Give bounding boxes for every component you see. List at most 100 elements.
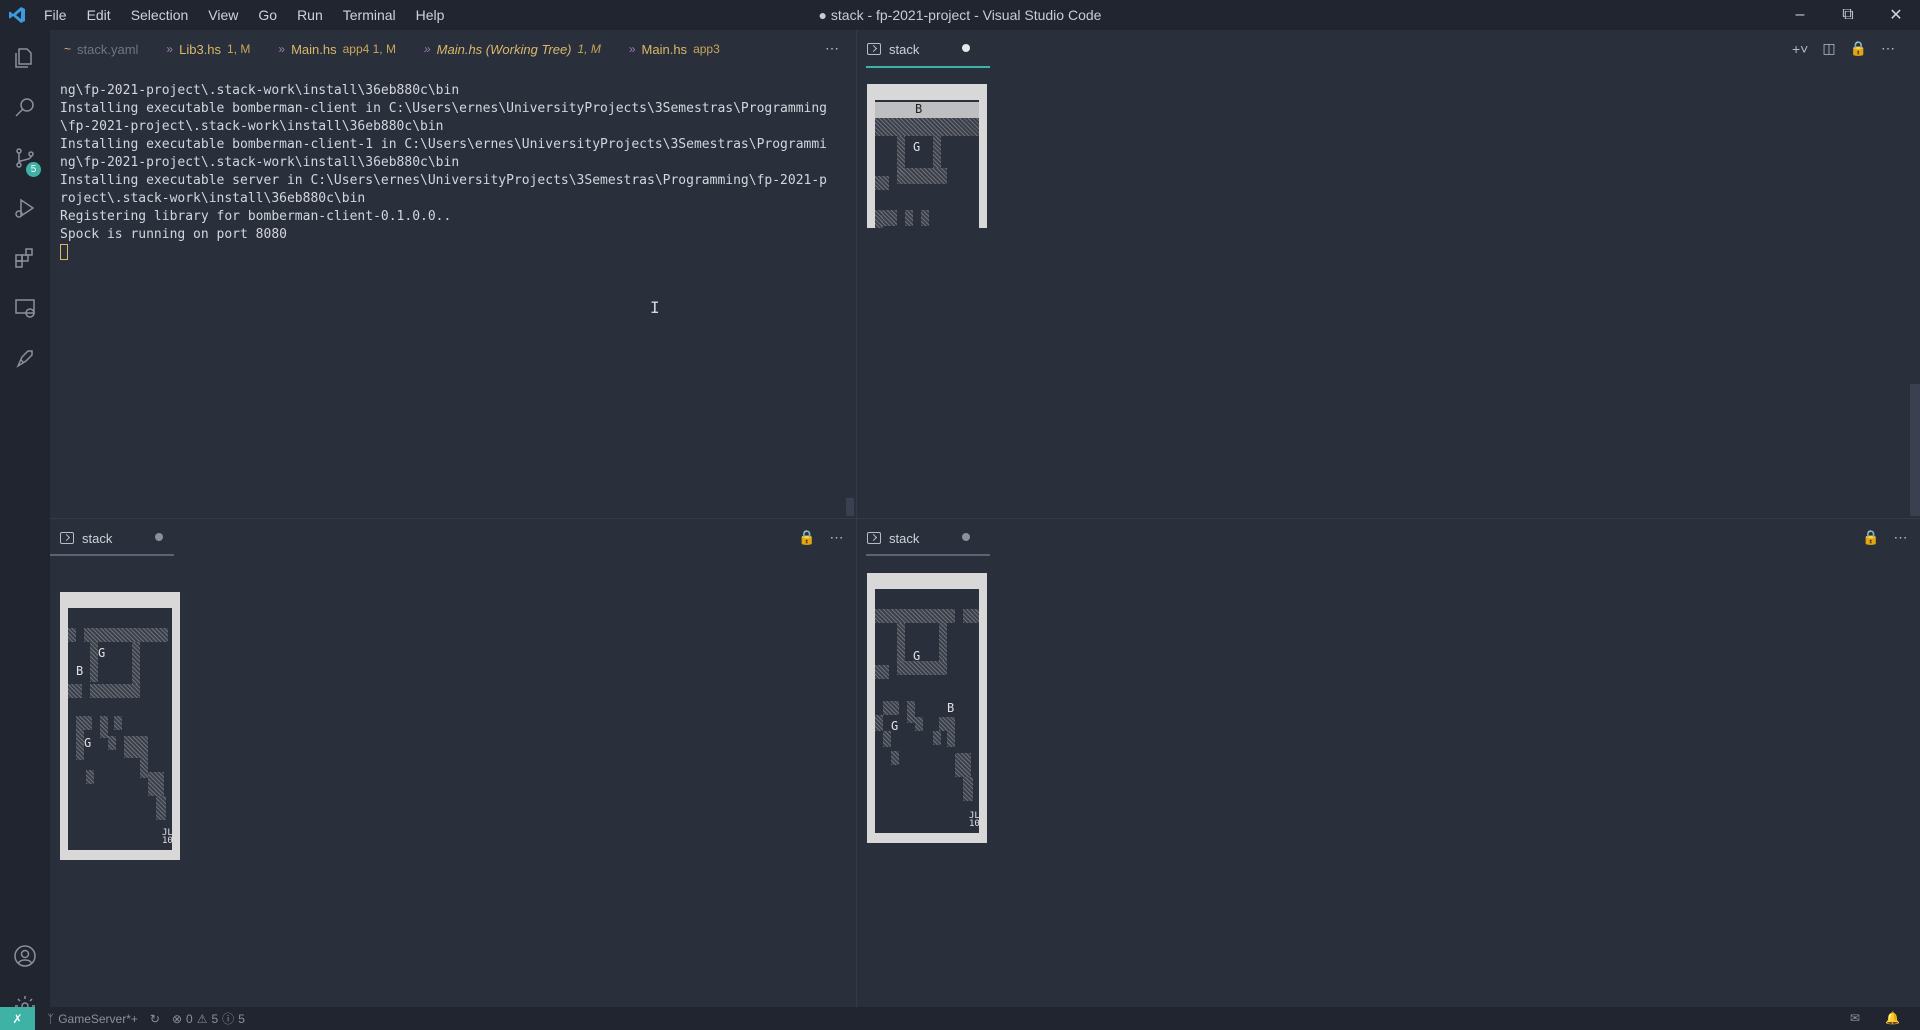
tab-meta: 1, M bbox=[577, 42, 601, 56]
restore-icon[interactable]: ⧉ bbox=[1824, 0, 1872, 30]
terminal-line: Installing executable server in C:\Users… bbox=[60, 173, 828, 188]
terminal-tab-bottom-left[interactable]: stack bbox=[60, 520, 112, 556]
branch-indicator[interactable]: ᛉ GameServer*+ bbox=[47, 1012, 138, 1026]
remote-explorer-icon[interactable] bbox=[0, 284, 50, 332]
ghost-label: G bbox=[913, 649, 921, 663]
exit-label: 10 bbox=[162, 836, 173, 846]
more-actions-icon[interactable]: ⋯ bbox=[1893, 529, 1907, 546]
tab-label: Main.hs (Working Tree) bbox=[436, 41, 572, 57]
ghost-label: G bbox=[891, 719, 899, 733]
menu-edit[interactable]: Edit bbox=[77, 0, 121, 30]
more-actions-icon[interactable]: ⋯ bbox=[1881, 40, 1895, 57]
problems-indicator[interactable]: ⊗ 0 ⚠ 5 ⓘ 5 bbox=[172, 1010, 245, 1027]
feedback-icon[interactable]: ✉ bbox=[1850, 1011, 1860, 1025]
tab-lib3-hs[interactable]: » Lib3.hs 1, M bbox=[152, 30, 264, 68]
dirty-dot-icon bbox=[155, 533, 163, 541]
terminal-line: Registering library for bomberman-client… bbox=[60, 209, 452, 224]
minimize-icon[interactable]: – bbox=[1776, 0, 1824, 30]
bottom-left-pane: stack 🔒 ⋯ G B G JL 10 bbox=[50, 519, 856, 1007]
top-left-pane: ~ stack.yaml » Lib3.hs 1, M » Main.hs ap… bbox=[50, 30, 856, 518]
tab-meta: app4 1, M bbox=[342, 42, 396, 56]
extensions-icon[interactable] bbox=[0, 234, 50, 282]
terminal-tab-label: stack bbox=[889, 530, 920, 546]
tab-label: Main.hs bbox=[641, 41, 688, 57]
tab-underline bbox=[866, 554, 990, 556]
close-icon[interactable]: ✕ bbox=[1872, 0, 1920, 30]
account-icon[interactable] bbox=[0, 932, 50, 980]
search-icon[interactable] bbox=[0, 84, 50, 132]
bomberman-label: B bbox=[915, 102, 923, 116]
lock-icon[interactable]: 🔒 bbox=[1862, 529, 1879, 546]
terminal-line: Installing executable bomberman-client-1… bbox=[60, 137, 828, 152]
tab-stack-yaml[interactable]: ~ stack.yaml bbox=[50, 30, 152, 68]
remote-indicator-icon[interactable]: ✗ bbox=[0, 1007, 35, 1030]
bottom-right-pane: stack 🔒 ⋯ G B G JL 10 bbox=[857, 519, 1920, 1007]
terminal-line: Installing executable bomberman-client i… bbox=[60, 101, 828, 116]
vscode-logo-icon bbox=[0, 0, 34, 30]
menu-run[interactable]: Run bbox=[287, 0, 333, 30]
terminal-tab-label: stack bbox=[889, 41, 920, 57]
menu-file[interactable]: File bbox=[34, 0, 77, 30]
info-icon: ⓘ bbox=[222, 1012, 235, 1026]
terminal-scrollbar[interactable] bbox=[846, 498, 854, 516]
error-icon: ⊗ bbox=[171, 1011, 183, 1026]
dirty-dot-icon bbox=[962, 533, 970, 541]
haskell-icon: » bbox=[278, 42, 286, 56]
terminal-tab-top-right[interactable]: stack bbox=[867, 31, 919, 67]
terminal-icon bbox=[60, 532, 74, 544]
terminal-line: Spock is running on port 8080 bbox=[60, 227, 287, 242]
warning-icon: ⚠ bbox=[196, 1011, 208, 1026]
tab-main-hs-app4[interactable]: » Main.hs app4 1, M bbox=[264, 30, 410, 68]
active-tab-indicator bbox=[866, 66, 990, 68]
terminal-tab-bottom-right[interactable]: stack bbox=[867, 520, 919, 556]
window-controls: – ⧉ ✕ bbox=[1776, 0, 1920, 30]
tab-underline bbox=[50, 554, 174, 556]
menu-help[interactable]: Help bbox=[406, 0, 455, 30]
panel-scrollbar[interactable] bbox=[1910, 384, 1920, 516]
menu-view[interactable]: View bbox=[198, 0, 248, 30]
tab-meta: 1, M bbox=[227, 42, 251, 56]
testing-icon[interactable] bbox=[0, 334, 50, 382]
tab-actions: ⋯ bbox=[825, 40, 839, 57]
menu-terminal[interactable]: Terminal bbox=[333, 0, 406, 30]
terminal-cursor bbox=[60, 244, 68, 260]
more-actions-icon[interactable]: ⋯ bbox=[829, 529, 843, 546]
warning-count: 5 bbox=[211, 1011, 219, 1026]
tab-label: stack.yaml bbox=[77, 41, 139, 57]
terminal-line: ng\fp-2021-project\.stack-work\install\3… bbox=[60, 155, 460, 170]
notifications-bell-icon[interactable]: 🔔 bbox=[1885, 1011, 1900, 1025]
bomberman-label: B bbox=[947, 701, 955, 715]
game-board-top-right: B G bbox=[867, 84, 987, 262]
sync-icon[interactable]: ↻ bbox=[150, 1012, 160, 1026]
terminal-line: ng\fp-2021-project\.stack-work\install\3… bbox=[60, 83, 460, 98]
terminal-output[interactable]: ng\fp-2021-project\.stack-work\install\3… bbox=[60, 82, 827, 263]
explorer-icon[interactable] bbox=[0, 34, 50, 82]
terminal-icon bbox=[867, 43, 881, 55]
panel-actions: 🔒 ⋯ bbox=[798, 529, 843, 546]
ghost-label: G bbox=[84, 736, 92, 750]
terminal-tab-label: stack bbox=[82, 530, 113, 546]
yaml-icon: ~ bbox=[64, 42, 72, 56]
tab-meta: app3 bbox=[693, 42, 720, 56]
ghost-label: G bbox=[913, 140, 921, 154]
menu-selection[interactable]: Selection bbox=[121, 0, 199, 30]
lock-icon[interactable]: 🔒 bbox=[798, 529, 815, 546]
terminal-icon bbox=[867, 532, 881, 544]
title-bar: File Edit Selection View Go Run Terminal… bbox=[0, 0, 1920, 30]
more-actions-icon[interactable]: ⋯ bbox=[825, 40, 839, 57]
tab-main-hs-working-tree[interactable]: » Main.hs (Working Tree) 1, M bbox=[410, 30, 615, 68]
dirty-dot-icon bbox=[962, 44, 970, 52]
source-control-icon[interactable]: 5 bbox=[0, 134, 50, 182]
split-editor-icon[interactable]: ◫ bbox=[1822, 40, 1835, 57]
exit-label: 10 bbox=[969, 819, 980, 829]
game-board-bottom-left: G B G JL 10 bbox=[60, 592, 180, 860]
run-debug-icon[interactable] bbox=[0, 184, 50, 232]
menu-go[interactable]: Go bbox=[248, 0, 287, 30]
ghost-label: G bbox=[98, 646, 106, 660]
lock-icon[interactable]: 🔒 bbox=[1850, 40, 1867, 57]
tab-label: Main.hs bbox=[291, 41, 337, 57]
tab-main-hs-app3[interactable]: » Main.hs app3 bbox=[615, 30, 734, 68]
terminal-line: \fp-2021-project\.stack-work\install\36e… bbox=[60, 119, 444, 134]
git-branch-icon: ᛉ bbox=[47, 1011, 55, 1026]
new-terminal-icon[interactable]: +˅ bbox=[1792, 41, 1808, 57]
